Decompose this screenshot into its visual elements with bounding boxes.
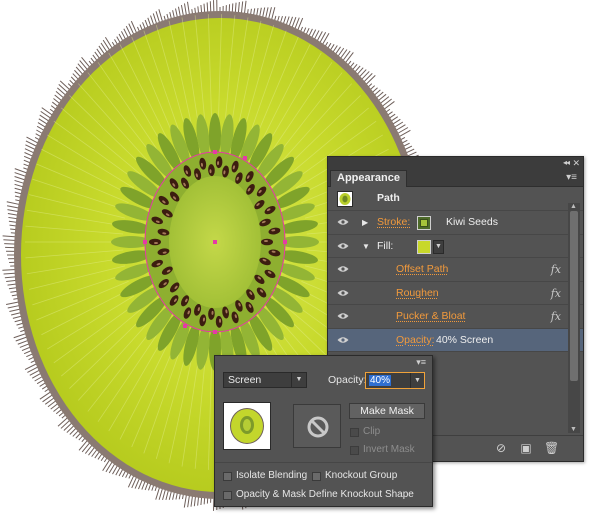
stroke-label[interactable]: Stroke: (377, 216, 410, 229)
opacity-input[interactable]: 40% ▼ (365, 372, 425, 389)
visibility-eye-icon[interactable] (337, 289, 349, 297)
anchor-point[interactable] (283, 240, 287, 244)
effect-row-roughen[interactable]: Roughen fx (328, 282, 583, 305)
panel-tab-bar: Appearance ▾≡ (328, 169, 583, 187)
anchor-point[interactable] (213, 330, 217, 334)
fx-icon[interactable]: fx (551, 310, 561, 323)
opacity-mask-knockout-label: Opacity & Mask Define Knockout Shape (236, 489, 414, 500)
fx-icon[interactable]: fx (551, 263, 561, 276)
opacity-field-label: Opacity: (328, 374, 367, 386)
blend-mode-select[interactable]: Screen ▼ (223, 372, 307, 388)
clear-appearance-icon[interactable]: ⊘ (494, 441, 508, 455)
path-thumbnail (337, 191, 353, 207)
stroke-swatch[interactable] (417, 216, 431, 230)
clip-label: Clip (363, 426, 381, 437)
knockout-group-checkbox[interactable] (312, 472, 321, 481)
fill-label: Fill: (377, 239, 394, 252)
fx-icon[interactable]: fx (551, 287, 561, 300)
panel-scrollbar[interactable]: ▲ ▼ (568, 203, 580, 433)
object-thumbnail[interactable] (223, 402, 271, 450)
chevron-down-icon[interactable]: ▼ (410, 373, 424, 388)
fill-row[interactable]: ▼ Fill: ▼ (328, 235, 583, 258)
visibility-eye-icon[interactable] (337, 336, 349, 344)
invert-mask-checkbox[interactable] (350, 446, 359, 455)
scrollbar-thumb[interactable] (570, 211, 578, 381)
effect-label[interactable]: Roughen (396, 287, 439, 300)
close-icon[interactable]: ✕ (572, 157, 580, 169)
opacity-row[interactable]: Opacity: 40% Screen (328, 328, 583, 352)
opacity-value: 40% Screen (436, 333, 494, 346)
knockout-group-label: Knockout Group (325, 470, 398, 481)
scroll-down-icon[interactable]: ▼ (570, 426, 577, 433)
anchor-point[interactable] (183, 324, 187, 328)
anchor-point[interactable] (213, 240, 217, 244)
expand-triangle-icon[interactable]: ▶ (362, 218, 368, 228)
panel-title-strip[interactable]: ◂◂ ✕ (328, 157, 583, 169)
anchor-point[interactable] (213, 150, 217, 154)
collapse-icon[interactable]: ◂◂ (563, 157, 570, 169)
chevron-down-icon[interactable]: ▼ (291, 373, 306, 387)
transparency-popup: ▾≡ Screen ▼ Opacity: 40% ▼ Make Mask Cli… (214, 355, 433, 507)
visibility-eye-icon[interactable] (337, 312, 349, 320)
fill-dropdown-icon[interactable]: ▼ (433, 239, 444, 254)
panel-menu-icon[interactable]: ▾≡ (566, 171, 577, 185)
object-label: Path (377, 192, 400, 204)
visibility-eye-icon[interactable] (337, 242, 349, 250)
isolate-blending-checkbox[interactable] (223, 472, 232, 481)
path-row[interactable]: Path (328, 187, 583, 211)
opacity-mask-knockout-checkbox[interactable] (223, 491, 232, 500)
isolate-blending-label: Isolate Blending (236, 470, 308, 481)
popup-menu-icon[interactable]: ▾≡ (416, 357, 426, 367)
mask-thumbnail[interactable] (293, 404, 341, 448)
divider (215, 462, 432, 463)
effect-label[interactable]: Pucker & Bloat (396, 310, 465, 323)
stroke-row[interactable]: ▶ Stroke: Kiwi Seeds (328, 211, 583, 235)
effect-row-pucker-bloat[interactable]: Pucker & Bloat fx (328, 305, 583, 329)
visibility-eye-icon[interactable] (337, 218, 349, 226)
trash-icon[interactable]: 🗑 (544, 441, 559, 455)
tab-appearance[interactable]: Appearance (330, 170, 407, 187)
anchor-point[interactable] (243, 156, 247, 160)
invert-mask-label: Invert Mask (363, 444, 415, 455)
blend-mode-value: Screen (228, 374, 262, 386)
duplicate-item-icon[interactable]: ▣ (519, 441, 533, 455)
make-mask-button[interactable]: Make Mask (349, 403, 425, 419)
fill-swatch[interactable] (417, 239, 431, 254)
effect-row-offset-path[interactable]: Offset Path fx (328, 258, 583, 282)
effect-label[interactable]: Offset Path (396, 263, 448, 276)
opacity-label[interactable]: Opacity: (396, 334, 435, 347)
anchor-point[interactable] (143, 240, 147, 244)
clip-checkbox[interactable] (350, 428, 359, 437)
opacity-input-value[interactable]: 40% (369, 375, 392, 386)
collapse-triangle-icon[interactable]: ▼ (362, 242, 370, 252)
scroll-up-icon[interactable]: ▲ (570, 203, 577, 210)
no-mask-icon (307, 416, 329, 438)
stroke-value: Kiwi Seeds (446, 216, 498, 228)
visibility-eye-icon[interactable] (337, 265, 349, 273)
